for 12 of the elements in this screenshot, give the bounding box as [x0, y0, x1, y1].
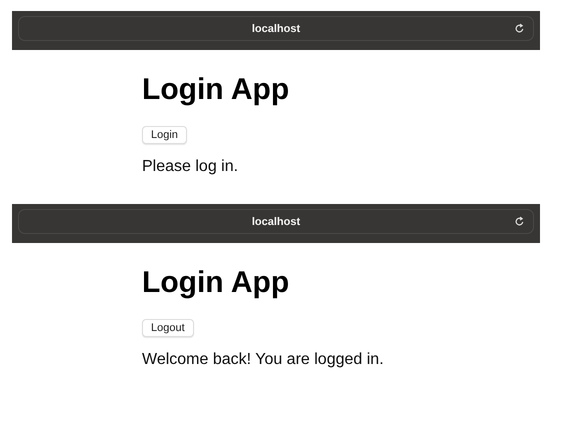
address-text: localhost — [252, 22, 300, 34]
page-heading: Login App — [142, 72, 290, 108]
auth-button[interactable]: Logout — [142, 319, 194, 337]
reload-icon[interactable] — [514, 216, 525, 227]
page-heading: Login App — [142, 265, 290, 301]
address-text: localhost — [252, 216, 300, 228]
status-message: Please log in. — [142, 158, 240, 176]
status-message: Welcome back! You are logged in. — [142, 351, 385, 369]
reload-icon[interactable] — [514, 23, 525, 34]
address-bar[interactable]: localhost — [18, 16, 534, 41]
auth-button[interactable]: Login — [142, 126, 187, 144]
address-bar[interactable]: localhost — [18, 209, 534, 234]
